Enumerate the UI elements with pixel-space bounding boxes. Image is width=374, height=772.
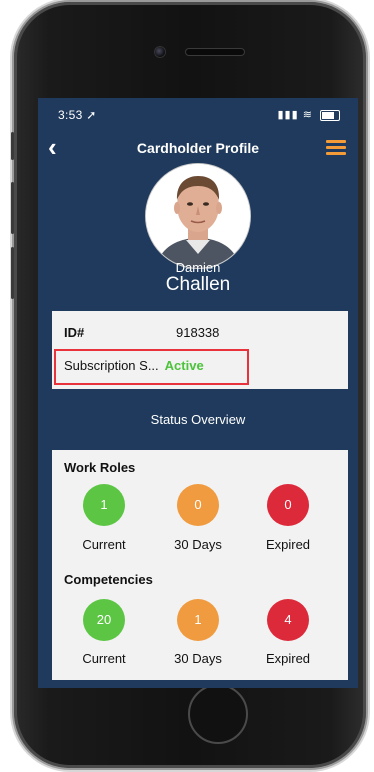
id-label: ID# <box>64 325 85 340</box>
status-icons: ▮▮▮ ≋ <box>277 108 340 121</box>
work-roles-expired-label: Expired <box>265 537 311 552</box>
competencies-expired-label: Expired <box>265 651 311 666</box>
volume-up-button <box>11 182 14 234</box>
competencies-expired-circle[interactable]: 4 <box>267 599 309 641</box>
work-roles-current-label: Current <box>82 537 126 552</box>
highlight-annotation <box>54 349 249 385</box>
status-overview-title: Status Overview <box>150 412 246 427</box>
competencies-30days-label: 30 Days <box>174 651 222 666</box>
competencies-current-label: Current <box>82 651 126 666</box>
competencies-label: Competencies <box>64 572 153 587</box>
battery-icon <box>320 109 340 121</box>
competencies-current-circle[interactable]: 20 <box>83 599 125 641</box>
location-icon: ➚ <box>86 108 97 122</box>
work-roles-30days-circle[interactable]: 0 <box>177 484 219 526</box>
work-roles-30days-label: 30 Days <box>174 537 222 552</box>
status-time: 3:53 ➚ <box>58 108 97 122</box>
id-value: 918338 <box>176 325 220 340</box>
competencies-30days-circle[interactable]: 1 <box>177 599 219 641</box>
work-roles-label: Work Roles <box>64 460 136 475</box>
home-button[interactable] <box>188 684 248 744</box>
nav-bar: ‹ Cardholder Profile <box>38 128 358 168</box>
page-title: Cardholder Profile <box>136 140 260 156</box>
profile-photo <box>146 164 250 268</box>
hamburger-menu-icon[interactable] <box>326 140 346 156</box>
status-bar: 3:53 ➚ ▮▮▮ ≋ <box>38 98 358 128</box>
work-roles-expired-circle[interactable]: 0 <box>267 484 309 526</box>
first-name: Damien <box>175 260 221 275</box>
earpiece-speaker <box>186 49 244 55</box>
mute-switch <box>11 132 14 160</box>
front-camera <box>155 47 165 57</box>
volume-down-button <box>11 247 14 299</box>
status-overview-card: Work Roles 1 0 0 Current 30 Days Expired… <box>52 450 348 680</box>
signal-wifi-icon: ▮▮▮ ≋ <box>277 109 313 121</box>
avatar <box>146 164 250 268</box>
last-name: Challen <box>165 274 231 295</box>
work-roles-current-circle[interactable]: 1 <box>83 484 125 526</box>
app-screen: 3:53 ➚ ▮▮▮ ≋ ‹ Cardholder Profile Damien… <box>38 98 358 688</box>
